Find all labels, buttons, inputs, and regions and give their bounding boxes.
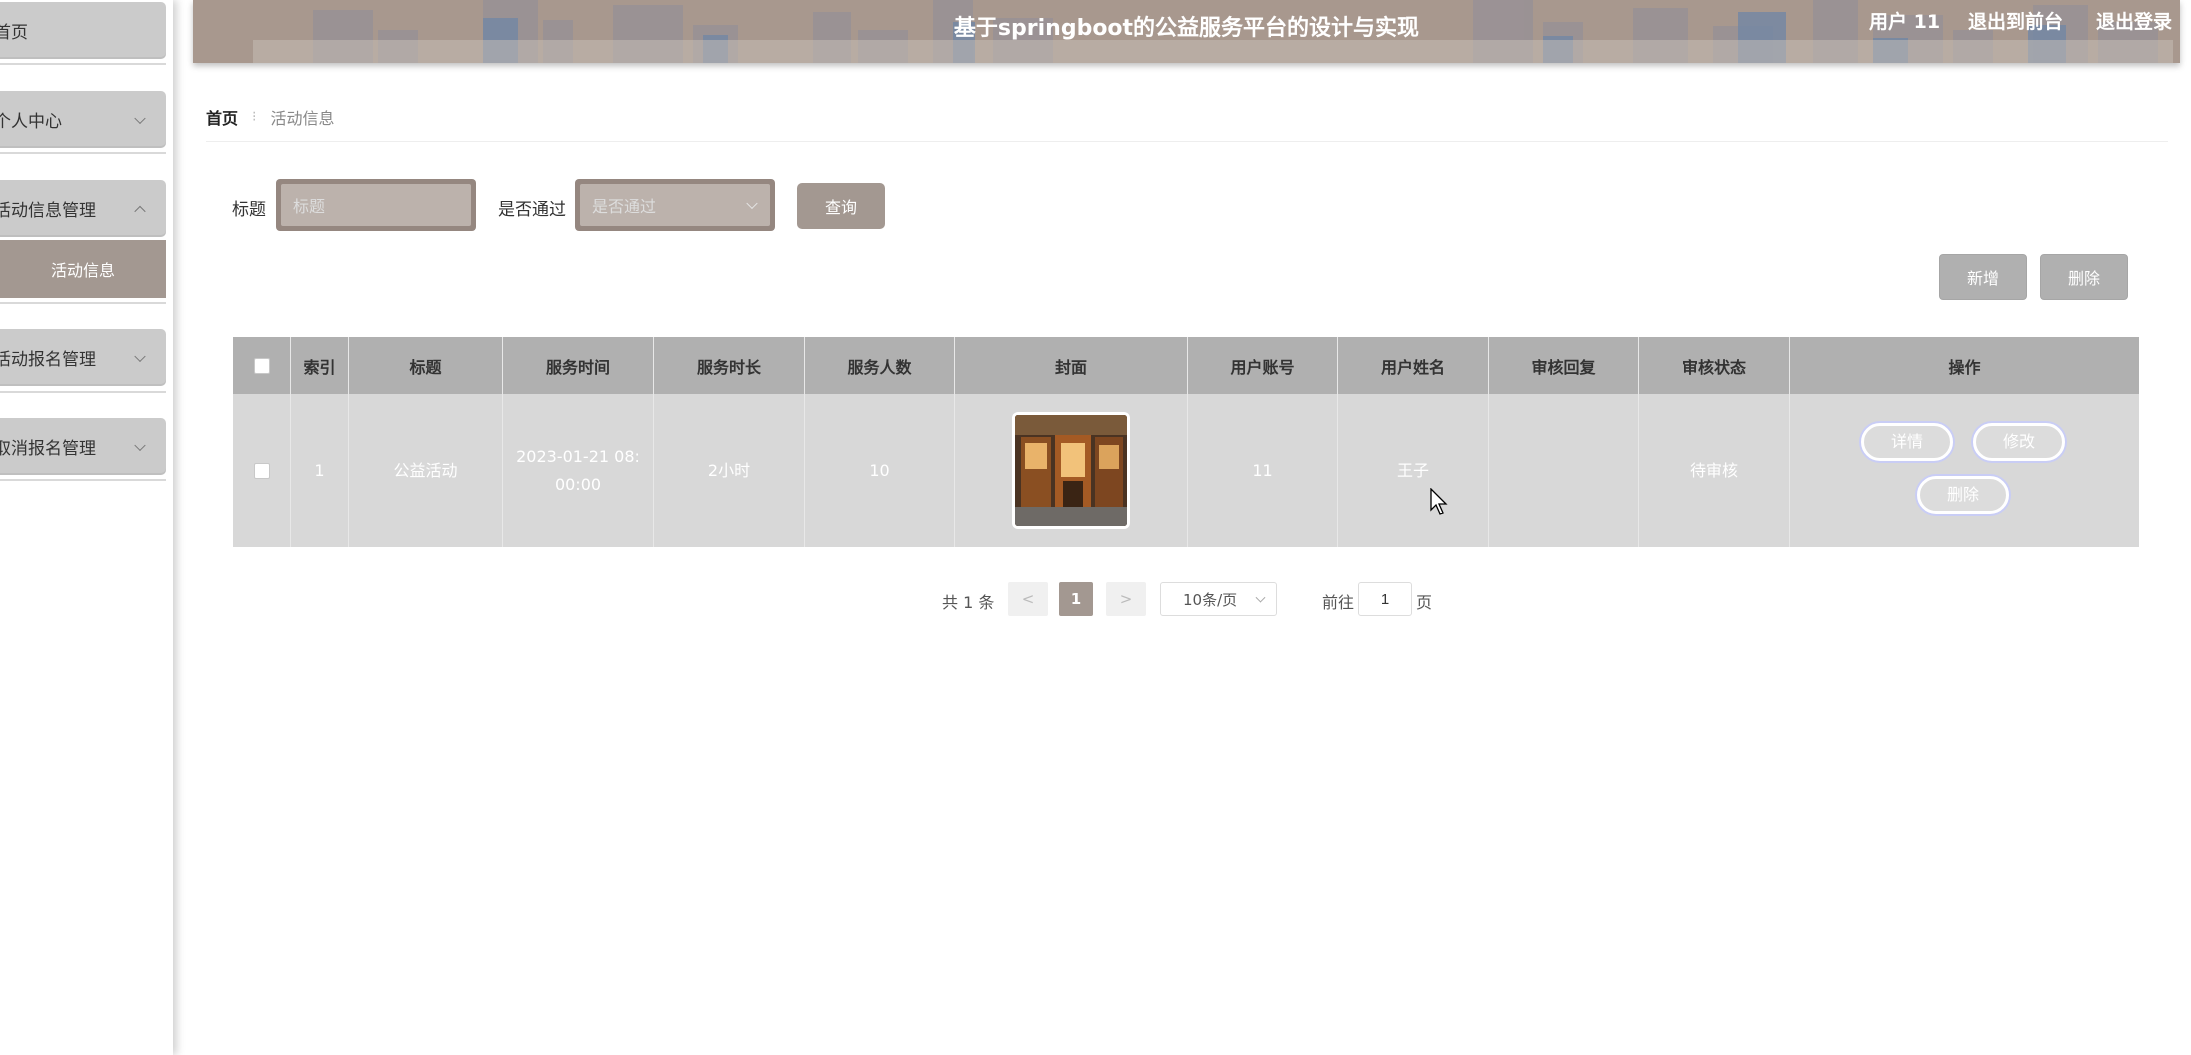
sidebar-item-personal-center[interactable]: 个人中心 bbox=[0, 91, 166, 148]
goto-label: 前往 bbox=[1322, 593, 1355, 612]
sidebar-divider bbox=[0, 152, 166, 154]
row-index: 1 bbox=[291, 394, 349, 547]
chevron-down-icon bbox=[134, 350, 146, 362]
header-review-status: 审核状态 bbox=[1639, 337, 1790, 394]
row-review-reply bbox=[1489, 394, 1639, 547]
header-operations: 操作 bbox=[1948, 357, 1981, 377]
page-number-button[interactable]: 1 bbox=[1059, 582, 1093, 616]
page-size-select[interactable]: 10条/页 bbox=[1160, 582, 1277, 616]
page-size-value: 10条/页 bbox=[1183, 590, 1238, 609]
sidebar: 首页 个人中心 活动信息管理 活动信息 活动报名管理 取消报名管理 bbox=[0, 0, 173, 1055]
detail-button[interactable]: 详情 bbox=[1861, 423, 1953, 461]
breadcrumb: 首页 ⁝ 活动信息 bbox=[206, 105, 334, 129]
sidebar-item-label: 个人中心 bbox=[0, 112, 62, 132]
sidebar-item-home[interactable]: 首页 bbox=[0, 2, 166, 59]
sidebar-item-label: 活动信息管理 bbox=[0, 201, 96, 221]
chevron-down-icon bbox=[134, 439, 146, 451]
pass-status-select[interactable]: 是否通过 bbox=[575, 179, 775, 231]
sidebar-divider bbox=[0, 63, 166, 65]
row-service-time: 2023-01-21 08:00:00 bbox=[503, 394, 654, 547]
logout-link[interactable]: 退出登录 bbox=[2096, 7, 2172, 34]
header-title: 标题 bbox=[349, 337, 503, 394]
total-count: 共 1 条 bbox=[942, 593, 995, 612]
title-search-input[interactable]: 标题 bbox=[276, 179, 476, 231]
chevron-down-icon bbox=[746, 197, 758, 210]
select-all-checkbox[interactable] bbox=[253, 357, 270, 374]
row-select-cell bbox=[233, 394, 291, 547]
row-delete-button[interactable]: 删除 bbox=[1917, 476, 2009, 514]
next-page-button[interactable]: > bbox=[1106, 582, 1146, 616]
sidebar-item-label: 活动报名管理 bbox=[0, 350, 96, 370]
batch-delete-button[interactable]: 删除 bbox=[2040, 254, 2128, 300]
add-button[interactable]: 新增 bbox=[1939, 254, 2027, 300]
sidebar-item-signup-management[interactable]: 活动报名管理 bbox=[0, 329, 166, 386]
row-review-status: 待审核 bbox=[1639, 394, 1790, 547]
table-row: 1 公益活动 2023-01-21 08:00:00 2小时 10 11 王子 … bbox=[233, 394, 2139, 547]
pass-status-placeholder: 是否通过 bbox=[592, 197, 657, 216]
page-unit-label: 页 bbox=[1416, 593, 1433, 612]
sidebar-divider bbox=[0, 391, 166, 393]
storefront-photo bbox=[1015, 415, 1127, 526]
title-search-placeholder: 标题 bbox=[293, 197, 326, 216]
pass-filter-label: 是否通过 bbox=[498, 200, 566, 220]
goto-page-input[interactable] bbox=[1358, 582, 1412, 616]
row-people: 10 bbox=[805, 394, 955, 547]
header-account: 用户账号 bbox=[1188, 337, 1338, 394]
sidebar-subitem-activity-info[interactable]: 活动信息 bbox=[0, 240, 166, 298]
sidebar-item-cancel-signup-management[interactable]: 取消报名管理 bbox=[0, 418, 166, 475]
row-title: 公益活动 bbox=[349, 394, 503, 547]
header-cover: 封面 bbox=[955, 337, 1188, 394]
row-duration: 2小时 bbox=[654, 394, 805, 547]
sidebar-item-label: 首页 bbox=[0, 23, 28, 43]
query-button[interactable]: 查询 bbox=[797, 183, 885, 229]
mouse-cursor-icon bbox=[1430, 488, 1448, 515]
header-review-reply: 审核回复 bbox=[1489, 337, 1639, 394]
row-checkbox[interactable] bbox=[253, 462, 270, 479]
table-header: 索引 标题 服务时间 服务时长 服务人数 封面 用户账号 用户姓名 审核回复 审… bbox=[233, 337, 2139, 394]
header-user-name: 用户姓名 bbox=[1338, 337, 1489, 394]
header-service-time: 服务时间 bbox=[503, 337, 654, 394]
top-header: 基于springboot的公益服务平台的设计与实现 用户 11 退出到前台 退出… bbox=[193, 0, 2180, 63]
chevron-up-icon bbox=[134, 205, 146, 217]
sidebar-item-label: 取消报名管理 bbox=[0, 439, 96, 459]
row-account: 11 bbox=[1188, 394, 1338, 547]
current-user-label: 用户 11 bbox=[1869, 11, 1941, 33]
header-people: 服务人数 bbox=[805, 337, 955, 394]
breadcrumb-separator: ⁝ bbox=[252, 109, 257, 125]
row-cover-cell bbox=[955, 394, 1188, 547]
sidebar-item-activity-management[interactable]: 活动信息管理 bbox=[0, 180, 166, 237]
sidebar-divider bbox=[0, 479, 166, 481]
row-user-name: 王子 bbox=[1338, 394, 1489, 547]
cover-image[interactable] bbox=[1012, 412, 1130, 529]
header-select-all bbox=[233, 337, 291, 394]
breadcrumb-divider bbox=[206, 141, 2168, 142]
back-to-front-link[interactable]: 退出到前台 bbox=[1968, 7, 2063, 34]
chevron-down-icon bbox=[134, 112, 146, 124]
prev-page-button[interactable]: < bbox=[1008, 582, 1048, 616]
edit-button[interactable]: 修改 bbox=[1973, 423, 2065, 461]
chevron-down-icon bbox=[1255, 592, 1266, 603]
title-filter-label: 标题 bbox=[232, 200, 266, 220]
sidebar-divider bbox=[0, 302, 166, 304]
breadcrumb-home[interactable]: 首页 bbox=[206, 105, 238, 129]
row-operations: 详情 修改 删除 bbox=[1790, 394, 2139, 547]
breadcrumb-current: 活动信息 bbox=[270, 109, 335, 128]
header-duration: 服务时长 bbox=[654, 337, 805, 394]
header-index: 索引 bbox=[291, 337, 349, 394]
